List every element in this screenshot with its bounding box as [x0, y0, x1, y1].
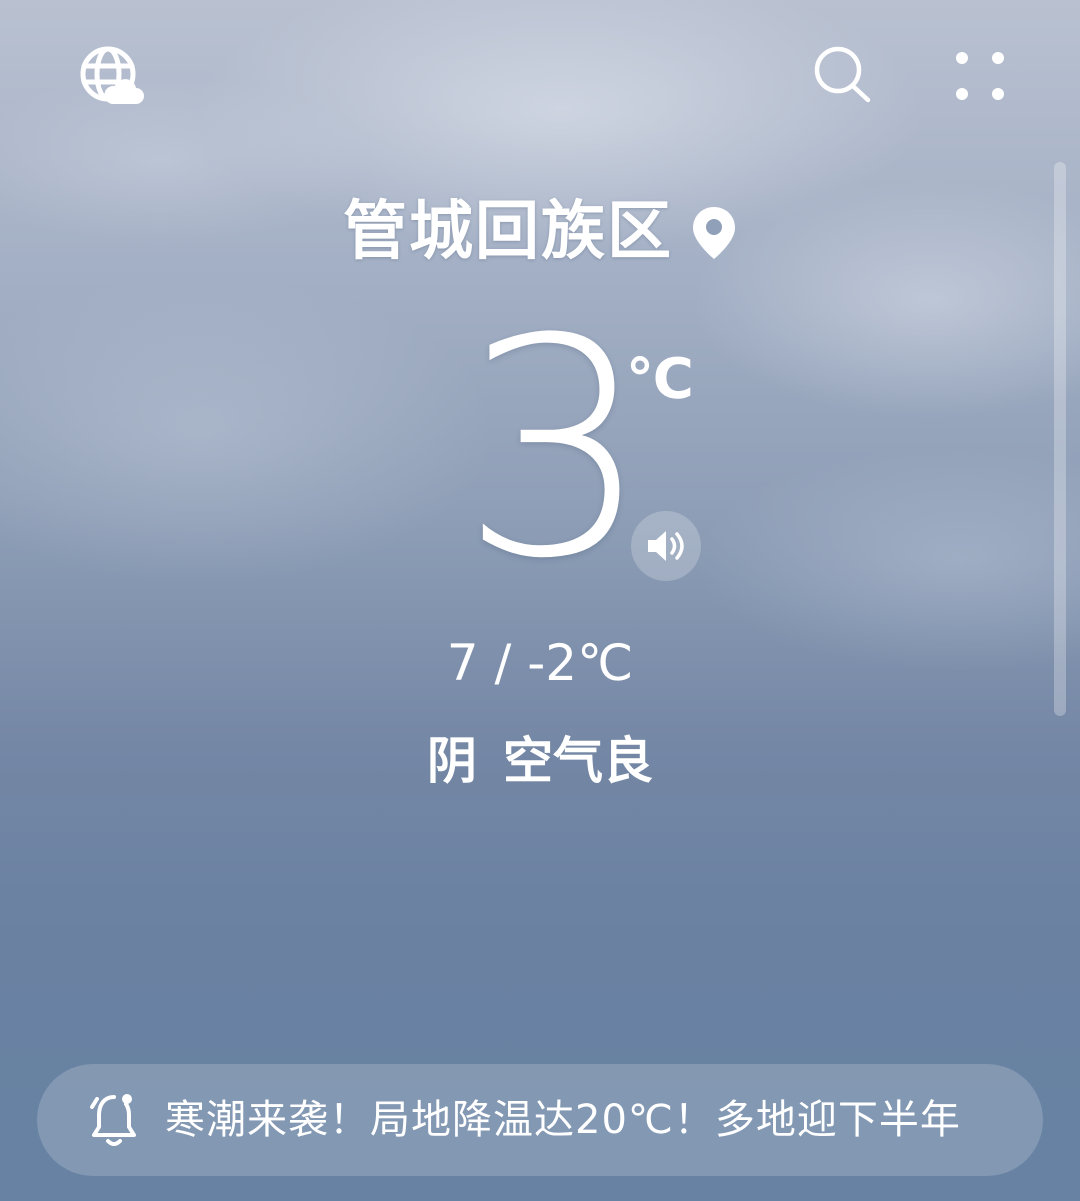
location-pin-icon: [693, 207, 735, 259]
search-icon: [814, 46, 871, 103]
bell-icon: [90, 1094, 136, 1146]
globe-cloud-icon: [80, 46, 144, 104]
globe-cloud-button[interactable]: [78, 44, 144, 108]
location-header[interactable]: 管城回族区: [0, 192, 1080, 272]
search-button[interactable]: [812, 44, 874, 106]
weather-condition: 阴空气良: [0, 730, 1080, 792]
speaker-button[interactable]: [631, 511, 701, 581]
speaker-icon: [648, 531, 684, 561]
location-name: 管城回族区: [343, 195, 673, 269]
weather-text: 阴: [427, 732, 477, 790]
air-quality-text[interactable]: 空气良: [503, 732, 653, 790]
temperature-range: 7 / -2℃: [446, 634, 634, 692]
alert-text: 寒潮来袭！局地降温达20℃！多地迎下半年: [165, 1097, 961, 1143]
more-grid-icon: [956, 52, 1004, 100]
more-button[interactable]: [950, 46, 1010, 106]
temperature-unit: ℃: [626, 347, 694, 412]
weather-alert-banner[interactable]: 寒潮来袭！局地降温达20℃！多地迎下半年: [37, 1064, 1043, 1176]
current-temperature: 3: [460, 275, 651, 624]
